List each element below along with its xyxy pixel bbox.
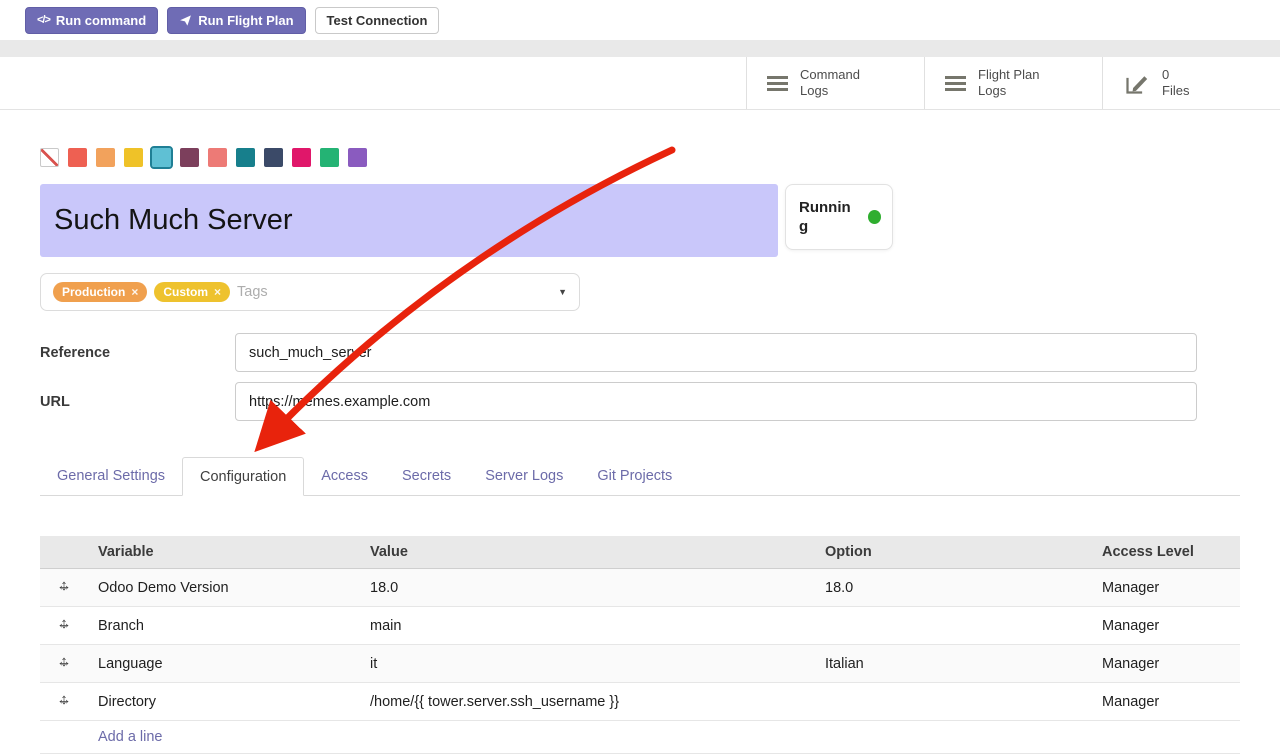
tab-secrets[interactable]: Secrets: [385, 457, 468, 496]
cell-access[interactable]: Manager: [1092, 645, 1240, 683]
color-swatch[interactable]: [96, 148, 115, 167]
tags-placeholder: Tags: [237, 284, 268, 300]
top-toolbar: </> Run command Run Flight Plan Test Con…: [0, 0, 1280, 40]
color-swatch[interactable]: [348, 148, 367, 167]
stat-label: Flight Plan Logs: [978, 67, 1039, 100]
server-status-label: Running: [799, 198, 855, 237]
color-swatch[interactable]: [264, 148, 283, 167]
color-swatch[interactable]: [124, 148, 143, 167]
table-row[interactable]: Language it Italian Manager: [40, 645, 1240, 683]
stat-label: Command Logs: [800, 67, 860, 100]
move-icon: [56, 653, 73, 670]
column-header-value: Value: [360, 536, 815, 569]
test-connection-label: Test Connection: [327, 13, 428, 28]
paper-plane-icon: [179, 14, 192, 27]
notebook-tabs: General Settings Configuration Access Se…: [40, 457, 1240, 496]
url-input[interactable]: https://memes.example.com: [235, 382, 1197, 421]
run-flight-plan-button[interactable]: Run Flight Plan: [167, 7, 305, 34]
table-header-row: Variable Value Option Access Level: [40, 536, 1240, 569]
row-drag-handle[interactable]: [40, 645, 88, 683]
cell-value[interactable]: it: [360, 645, 815, 683]
column-header-option: Option: [815, 536, 1092, 569]
cell-option[interactable]: [815, 683, 1092, 721]
control-panel: Command Logs Flight Plan Logs 0 Files: [0, 57, 1280, 110]
color-swatch[interactable]: [68, 148, 87, 167]
color-swatch[interactable]: [236, 148, 255, 167]
cell-variable[interactable]: Branch: [88, 607, 360, 645]
run-command-label: Run command: [56, 13, 146, 28]
edit-file-icon: [1123, 70, 1150, 97]
color-swatch[interactable]: [320, 148, 339, 167]
color-swatch-none[interactable]: [40, 148, 59, 167]
remove-tag-icon[interactable]: ×: [214, 285, 221, 299]
cell-variable[interactable]: Directory: [88, 683, 360, 721]
color-swatch-selected[interactable]: [152, 148, 171, 167]
page-background-strip: [0, 40, 1280, 57]
table-row[interactable]: Branch main Manager: [40, 607, 1240, 645]
cell-value[interactable]: /home/{{ tower.server.ssh_username }}: [360, 683, 815, 721]
code-icon: </>: [37, 14, 50, 26]
status-dot-icon: [868, 210, 881, 224]
cell-option[interactable]: 18.0: [815, 569, 1092, 607]
cell-value[interactable]: main: [360, 607, 815, 645]
tab-git-projects[interactable]: Git Projects: [580, 457, 689, 496]
stat-label: 0 Files: [1162, 67, 1189, 100]
color-swatch[interactable]: [292, 148, 311, 167]
color-swatch[interactable]: [208, 148, 227, 167]
tab-server-logs[interactable]: Server Logs: [468, 457, 580, 496]
cell-access[interactable]: Manager: [1092, 569, 1240, 607]
tab-access[interactable]: Access: [304, 457, 385, 496]
cell-variable[interactable]: Language: [88, 645, 360, 683]
reference-field-row: Reference such_much_server: [40, 333, 1240, 372]
tags-input[interactable]: Production × Custom × Tags ▼: [40, 273, 580, 311]
table-row[interactable]: Odoo Demo Version 18.0 18.0 Manager: [40, 569, 1240, 607]
stat-button-command-logs[interactable]: Command Logs: [746, 57, 924, 109]
column-header-access-level: Access Level: [1092, 536, 1240, 569]
cell-variable[interactable]: Odoo Demo Version: [88, 569, 360, 607]
cell-access[interactable]: Manager: [1092, 683, 1240, 721]
config-variables-table: Variable Value Option Access Level Odoo …: [40, 536, 1240, 754]
move-icon: [56, 615, 73, 632]
cell-option[interactable]: [815, 607, 1092, 645]
list-icon: [767, 76, 788, 91]
tag-production[interactable]: Production ×: [53, 282, 147, 302]
handle-column-header: [40, 536, 88, 569]
move-icon: [56, 577, 73, 594]
cell-value[interactable]: 18.0: [360, 569, 815, 607]
tab-general-settings[interactable]: General Settings: [40, 457, 182, 496]
server-status-button[interactable]: Running: [785, 184, 893, 250]
run-command-button[interactable]: </> Run command: [25, 7, 158, 34]
remove-tag-icon[interactable]: ×: [131, 285, 138, 299]
list-icon: [945, 76, 966, 91]
url-field-row: URL https://memes.example.com: [40, 382, 1240, 421]
server-name-input[interactable]: Such Much Server: [40, 184, 778, 257]
row-drag-handle[interactable]: [40, 607, 88, 645]
reference-input[interactable]: such_much_server: [235, 333, 1197, 372]
table-row[interactable]: Directory /home/{{ tower.server.ssh_user…: [40, 683, 1240, 721]
tag-custom[interactable]: Custom ×: [154, 282, 230, 302]
move-icon: [56, 691, 73, 708]
color-swatch[interactable]: [180, 148, 199, 167]
stat-button-flight-plan-logs[interactable]: Flight Plan Logs: [924, 57, 1102, 109]
chevron-down-icon[interactable]: ▼: [558, 287, 567, 297]
color-palette: [40, 148, 1240, 167]
tab-configuration[interactable]: Configuration: [182, 457, 304, 496]
column-header-variable: Variable: [88, 536, 360, 569]
add-a-line-link[interactable]: Add a line: [98, 729, 163, 745]
run-flight-plan-label: Run Flight Plan: [198, 13, 293, 28]
add-line-row: Add a line: [40, 721, 1240, 754]
stat-button-files[interactable]: 0 Files: [1102, 57, 1280, 109]
cell-option[interactable]: Italian: [815, 645, 1092, 683]
server-form: Such Much Server Running Production × Cu…: [0, 148, 1280, 754]
reference-label: Reference: [40, 345, 235, 361]
row-drag-handle[interactable]: [40, 569, 88, 607]
cell-access[interactable]: Manager: [1092, 607, 1240, 645]
url-label: URL: [40, 394, 235, 410]
row-drag-handle[interactable]: [40, 683, 88, 721]
test-connection-button[interactable]: Test Connection: [315, 7, 440, 34]
name-row: Such Much Server Running: [40, 184, 1240, 257]
